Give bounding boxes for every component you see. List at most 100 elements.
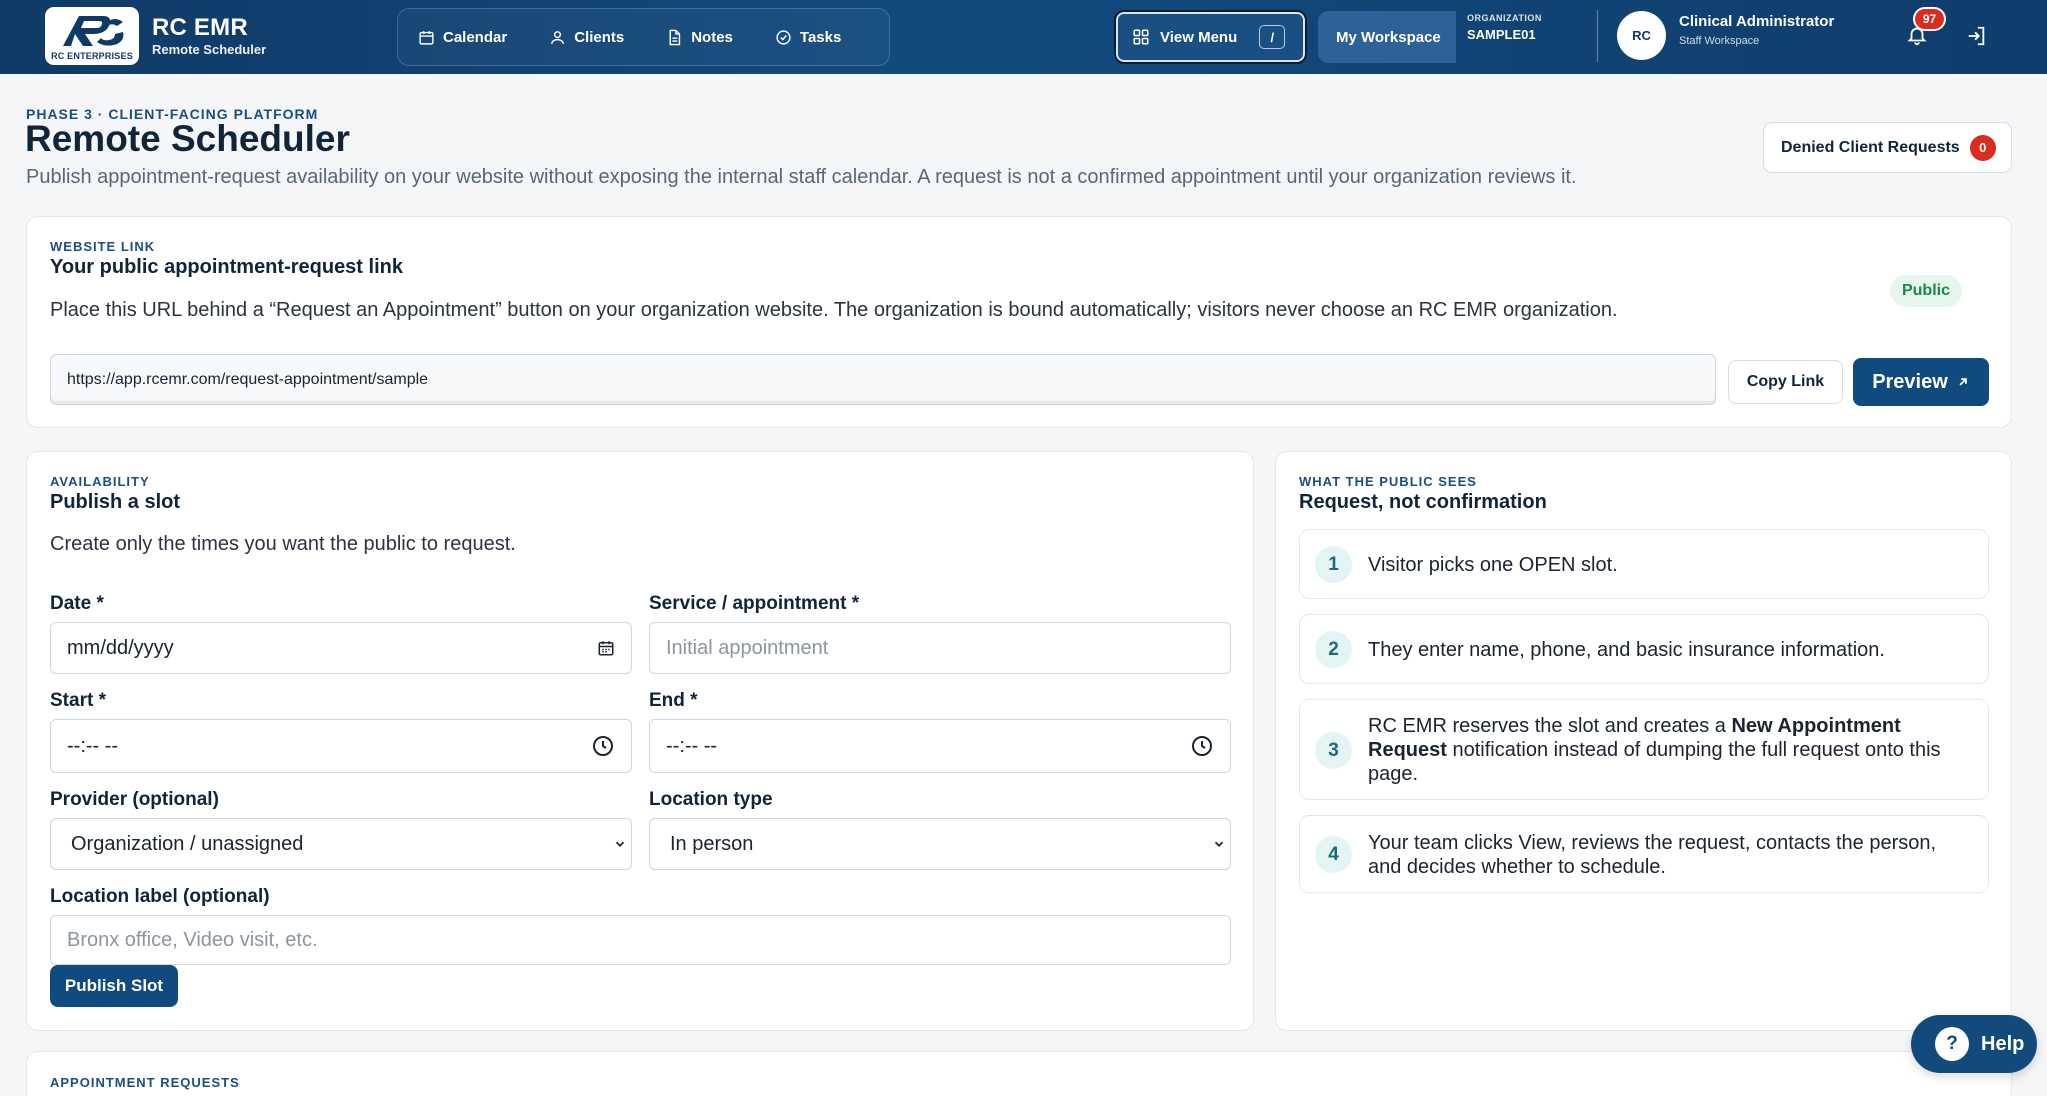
provider-label: Provider (optional) bbox=[50, 789, 219, 810]
chevron-down-icon bbox=[613, 837, 627, 851]
preview-label: Preview bbox=[1872, 370, 1948, 393]
service-input-placeholder: Initial appointment bbox=[666, 636, 829, 659]
preview-button[interactable]: Preview bbox=[1853, 358, 1989, 406]
step-text: Your team clicks View, reviews the reque… bbox=[1368, 832, 1937, 878]
clock-icon[interactable] bbox=[1190, 734, 1214, 758]
brand-logo[interactable]: RC ENTERPRISES bbox=[45, 7, 139, 65]
provider-select-value: Organization / unassigned bbox=[71, 832, 304, 855]
organization-info: ORGANIZATION SAMPLE01 bbox=[1467, 13, 1542, 42]
brand-subtitle: Remote Scheduler bbox=[152, 42, 267, 57]
view-menu-button[interactable]: View Menu / bbox=[1114, 10, 1307, 64]
date-input[interactable]: mm/dd/yyyy bbox=[50, 622, 632, 674]
nav-clients[interactable]: Clients bbox=[549, 29, 624, 46]
nav-calendar[interactable]: Calendar bbox=[418, 29, 507, 46]
copy-link-button[interactable]: Copy Link bbox=[1728, 360, 1843, 404]
help-button[interactable]: ? Help bbox=[1911, 1015, 2037, 1073]
organization-caption: ORGANIZATION bbox=[1467, 13, 1542, 23]
denied-count-badge: 0 bbox=[1969, 134, 1996, 161]
nav-calendar-label: Calendar bbox=[443, 28, 508, 46]
location-label-input[interactable]: Bronx office, Video visit, etc. bbox=[50, 915, 1231, 965]
availability-title: Publish a slot bbox=[50, 491, 181, 513]
step-text-part: RC EMR reserves the slot and creates a bbox=[1368, 715, 1732, 737]
website-link-description: Place this URL behind a “Request an Appo… bbox=[50, 299, 1618, 321]
avatar[interactable]: RC bbox=[1617, 11, 1666, 60]
end-time-input[interactable]: --:-- -- bbox=[649, 719, 1231, 773]
question-icon: ? bbox=[1935, 1027, 1969, 1061]
page-title: Remote Scheduler bbox=[25, 118, 350, 159]
view-menu-shortcut: / bbox=[1259, 25, 1286, 49]
document-icon bbox=[669, 29, 681, 45]
nav-tasks-label: Tasks bbox=[799, 28, 842, 46]
service-input[interactable]: Initial appointment bbox=[649, 622, 1231, 674]
location-type-value: In person bbox=[670, 832, 754, 855]
step-text: RC EMR reserves the slot and creates a N… bbox=[1368, 714, 1972, 786]
help-label: Help bbox=[1981, 1032, 2025, 1055]
public-url-field[interactable]: https://app.rcemr.com/request-appointmen… bbox=[50, 354, 1716, 405]
calendar-icon bbox=[419, 30, 434, 45]
location-label-placeholder: Bronx office, Video visit, etc. bbox=[67, 928, 318, 951]
public-view-title: Request, not confirmation bbox=[1299, 491, 1547, 513]
denied-client-requests-button[interactable]: Denied Client Requests 0 bbox=[1763, 122, 2012, 173]
check-circle-icon bbox=[776, 29, 791, 45]
logo-caption: RC ENTERPRISES bbox=[51, 50, 133, 61]
denied-requests-label: Denied Client Requests bbox=[1781, 138, 1960, 156]
availability-description: Create only the times you want the publi… bbox=[50, 533, 516, 555]
step-number: 2 bbox=[1315, 631, 1352, 668]
calendar-picker-icon[interactable] bbox=[597, 639, 615, 657]
organization-value: SAMPLE01 bbox=[1467, 27, 1536, 42]
public-view-eyebrow: WHAT THE PUBLIC SEES bbox=[1299, 474, 1477, 489]
step-number: 1 bbox=[1315, 546, 1352, 583]
step-card: 1 Visitor picks one OPEN slot. bbox=[1299, 529, 1989, 599]
step-text-part: notification instead of dumping the full… bbox=[1368, 739, 1941, 785]
step-card: 4 Your team clicks View, reviews the req… bbox=[1299, 815, 1989, 893]
notification-badge: 97 bbox=[1913, 7, 1946, 31]
appointment-requests-eyebrow: APPOINTMENT REQUESTS bbox=[50, 1075, 240, 1090]
step-card: 3 RC EMR reserves the slot and creates a… bbox=[1299, 699, 1989, 800]
appointment-requests-card bbox=[26, 1051, 2012, 1096]
step-text: Visitor picks one OPEN slot. bbox=[1368, 554, 1618, 576]
brand-title: RC EMR bbox=[152, 14, 248, 41]
end-label: End * bbox=[649, 690, 698, 711]
user-info[interactable]: Clinical Administrator Staff Workspace bbox=[1679, 13, 1834, 47]
logout-icon[interactable] bbox=[1965, 25, 1987, 47]
nav-notes[interactable]: Notes bbox=[666, 29, 733, 46]
clock-icon[interactable] bbox=[591, 734, 615, 758]
nav-notes-label: Notes bbox=[691, 28, 733, 46]
step-number: 3 bbox=[1315, 732, 1352, 769]
location-label-label: Location label (optional) bbox=[50, 886, 270, 907]
website-link-title: Your public appointment-request link bbox=[50, 256, 403, 278]
start-label: Start * bbox=[50, 690, 106, 711]
main-nav: Calendar Clients Notes Tasks bbox=[397, 8, 890, 66]
nav-tasks[interactable]: Tasks bbox=[775, 29, 841, 46]
step-number: 4 bbox=[1315, 836, 1352, 873]
chevron-down-icon bbox=[1212, 837, 1226, 851]
grid-icon bbox=[1133, 29, 1149, 45]
end-time-value: --:-- -- bbox=[666, 734, 718, 757]
step-card: 2 They enter name, phone, and basic insu… bbox=[1299, 614, 1989, 684]
rc-logo-icon bbox=[63, 15, 124, 46]
date-label: Date * bbox=[50, 593, 104, 614]
external-link-icon bbox=[1959, 378, 1967, 386]
location-type-select[interactable]: In person bbox=[649, 818, 1231, 870]
user-role: Staff Workspace bbox=[1679, 35, 1760, 47]
start-time-input[interactable]: --:-- -- bbox=[50, 719, 632, 773]
website-link-eyebrow: WEBSITE LINK bbox=[50, 239, 156, 254]
page-description: Publish appointment-request availability… bbox=[26, 166, 1577, 188]
brand: RC EMR Remote Scheduler bbox=[152, 14, 266, 57]
service-label: Service / appointment * bbox=[649, 593, 860, 614]
step-text: They enter name, phone, and basic insura… bbox=[1368, 639, 1885, 661]
availability-eyebrow: AVAILABILITY bbox=[50, 474, 150, 489]
start-time-value: --:-- -- bbox=[67, 734, 119, 757]
user-icon bbox=[551, 30, 565, 44]
provider-select[interactable]: Organization / unassigned bbox=[50, 818, 632, 870]
date-input-value: mm/dd/yyyy bbox=[67, 636, 174, 659]
view-menu-label: View Menu bbox=[1160, 28, 1238, 46]
topbar-divider bbox=[1597, 10, 1598, 62]
my-workspace-button[interactable]: My Workspace bbox=[1318, 11, 1456, 63]
location-type-label: Location type bbox=[649, 789, 773, 810]
public-badge: Public bbox=[1890, 275, 1962, 307]
user-name: Clinical Administrator bbox=[1679, 13, 1835, 30]
nav-clients-label: Clients bbox=[574, 28, 625, 46]
top-bar: RC ENTERPRISES RC EMR Remote Scheduler C… bbox=[0, 0, 2047, 74]
publish-slot-button[interactable]: Publish Slot bbox=[50, 965, 178, 1007]
